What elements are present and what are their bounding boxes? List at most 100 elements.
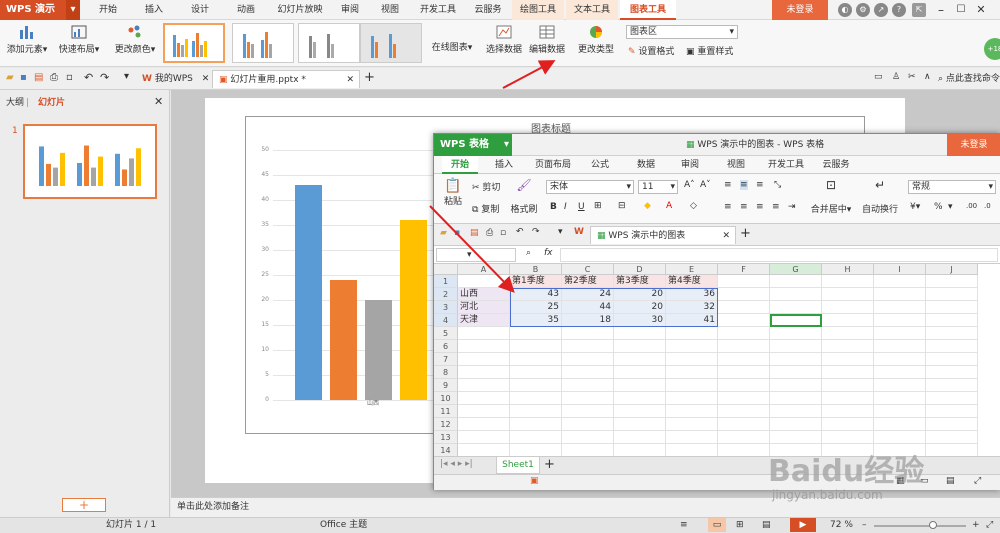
table-cell[interactable] xyxy=(770,275,822,288)
align-right-icon[interactable]: ≡ xyxy=(756,202,764,212)
table-cell[interactable] xyxy=(666,392,718,405)
align-middle-icon[interactable]: ≡ xyxy=(740,180,748,190)
table-cell[interactable] xyxy=(666,418,718,431)
indent-icon[interactable]: ⇥ xyxy=(788,202,796,212)
table-cell[interactable] xyxy=(718,327,770,340)
row-header[interactable]: 9 xyxy=(434,379,458,392)
align-top-icon[interactable]: ≡ xyxy=(724,180,732,190)
restore-icon[interactable]: ⇱ xyxy=(912,3,926,17)
print-icon[interactable]: ⎙ xyxy=(50,72,58,83)
table-cell[interactable] xyxy=(718,379,770,392)
table-cell[interactable] xyxy=(874,405,926,418)
currency-icon[interactable]: ¥▾ xyxy=(910,202,920,212)
preview-icon[interactable]: ▫ xyxy=(66,72,73,83)
new-tab-icon[interactable]: + xyxy=(364,70,375,85)
table-cell[interactable] xyxy=(718,405,770,418)
online-chart-button[interactable]: 在线图表▾ xyxy=(428,40,476,64)
grow-font-icon[interactable]: A˄ xyxy=(684,180,695,190)
table-cell[interactable] xyxy=(874,288,926,301)
table-cell[interactable] xyxy=(874,366,926,379)
table-cell[interactable] xyxy=(770,366,822,379)
tab-document[interactable]: ▣ 幻灯片重用.pptx * ✕ xyxy=(212,70,360,88)
table-cell[interactable] xyxy=(926,379,978,392)
table-cell[interactable] xyxy=(926,353,978,366)
row-header[interactable]: 2 xyxy=(434,288,458,301)
ss-menu-page-layout[interactable]: 页面布局 xyxy=(528,156,578,174)
table-cell[interactable] xyxy=(614,379,666,392)
merge-border-icon[interactable]: ⊟ xyxy=(618,201,626,211)
share-icon[interactable]: ↗ xyxy=(874,3,888,17)
table-cell[interactable] xyxy=(718,418,770,431)
print-icon[interactable]: ⎙ xyxy=(486,228,493,238)
ss-menu-cloud[interactable]: 云服务 xyxy=(814,156,858,174)
copy-button[interactable]: ⧉ 复制 xyxy=(472,202,499,216)
table-cell[interactable] xyxy=(874,353,926,366)
border-icon[interactable]: ⊞ xyxy=(594,201,602,211)
tab-slides[interactable]: 幻灯片 xyxy=(38,96,65,110)
table-cell[interactable] xyxy=(822,340,874,353)
ss-menu-view[interactable]: 视图 xyxy=(718,156,754,174)
table-cell[interactable] xyxy=(458,405,510,418)
table-cell[interactable] xyxy=(822,405,874,418)
align-center-icon[interactable]: ≡ xyxy=(740,202,748,212)
table-cell[interactable]: 第3季度 xyxy=(614,275,666,288)
collapse-icon[interactable]: ∧ xyxy=(924,72,931,82)
shrink-font-icon[interactable]: A˅ xyxy=(700,180,711,190)
table-cell[interactable] xyxy=(874,392,926,405)
row-header[interactable]: 10 xyxy=(434,392,458,405)
menu-cloud[interactable]: 云服务 xyxy=(466,0,510,20)
decrease-decimal-icon[interactable]: .0 xyxy=(984,202,991,210)
column-header[interactable]: C xyxy=(562,264,614,275)
zoom-in-icon[interactable]: + xyxy=(972,518,980,533)
table-cell[interactable] xyxy=(822,431,874,444)
redo-icon[interactable]: ↷ xyxy=(100,71,109,84)
spreadsheet-app-menu[interactable]: WPS 表格 ▾ xyxy=(434,134,512,156)
menu-insert[interactable]: 插入 xyxy=(134,0,174,20)
select-all-corner[interactable] xyxy=(434,264,458,275)
close-icon[interactable]: ✕ xyxy=(722,227,730,245)
table-cell[interactable] xyxy=(510,327,562,340)
table-cell[interactable] xyxy=(718,444,770,456)
ss-menu-start[interactable]: 开始 xyxy=(442,156,478,174)
table-cell[interactable] xyxy=(666,444,718,456)
table-cell[interactable] xyxy=(718,275,770,288)
table-cell[interactable] xyxy=(874,418,926,431)
undo-icon[interactable]: ↶ xyxy=(84,71,93,84)
name-box[interactable]: ▾ xyxy=(436,248,516,262)
spreadsheet-login-button[interactable]: 未登录 xyxy=(947,134,1000,156)
chart-style-1[interactable] xyxy=(163,23,225,63)
table-cell[interactable] xyxy=(718,288,770,301)
table-cell[interactable] xyxy=(458,366,510,379)
table-cell[interactable] xyxy=(666,431,718,444)
table-cell[interactable] xyxy=(614,366,666,379)
row-header[interactable]: 13 xyxy=(434,431,458,444)
table-cell[interactable] xyxy=(562,353,614,366)
table-cell[interactable] xyxy=(458,327,510,340)
table-cell[interactable] xyxy=(926,444,978,456)
chart-style-2[interactable] xyxy=(232,23,294,63)
chart-style-3[interactable] xyxy=(298,23,360,63)
table-cell[interactable] xyxy=(926,418,978,431)
search-icon[interactable]: ⌕ xyxy=(526,248,531,258)
chart-bar[interactable] xyxy=(365,300,392,400)
ss-menu-formula[interactable]: 公式 xyxy=(582,156,618,174)
table-cell[interactable]: 山西 xyxy=(458,288,510,301)
save-icon[interactable]: ▪ xyxy=(454,228,460,238)
font-color-icon[interactable]: A xyxy=(666,201,672,211)
table-cell[interactable] xyxy=(458,444,510,456)
ss-menu-insert[interactable]: 插入 xyxy=(486,156,522,174)
table-cell[interactable] xyxy=(562,340,614,353)
table-cell[interactable] xyxy=(562,418,614,431)
table-cell[interactable] xyxy=(718,301,770,314)
table-cell[interactable] xyxy=(718,353,770,366)
column-header[interactable]: B xyxy=(510,264,562,275)
font-select[interactable]: 宋体 ▾ xyxy=(546,180,634,194)
table-cell[interactable] xyxy=(614,418,666,431)
chevron-down-icon[interactable]: ▾ xyxy=(124,71,129,82)
app-menu-button[interactable]: WPS 演示 ▾ xyxy=(0,0,80,20)
sheet-tab-sheet1[interactable]: Sheet1 xyxy=(496,457,540,474)
column-header[interactable]: H xyxy=(822,264,874,275)
sheet-nav-icon[interactable]: |◂ ◂ ▸ ▸| xyxy=(440,459,473,469)
table-cell[interactable] xyxy=(770,288,822,301)
table-cell[interactable] xyxy=(614,444,666,456)
